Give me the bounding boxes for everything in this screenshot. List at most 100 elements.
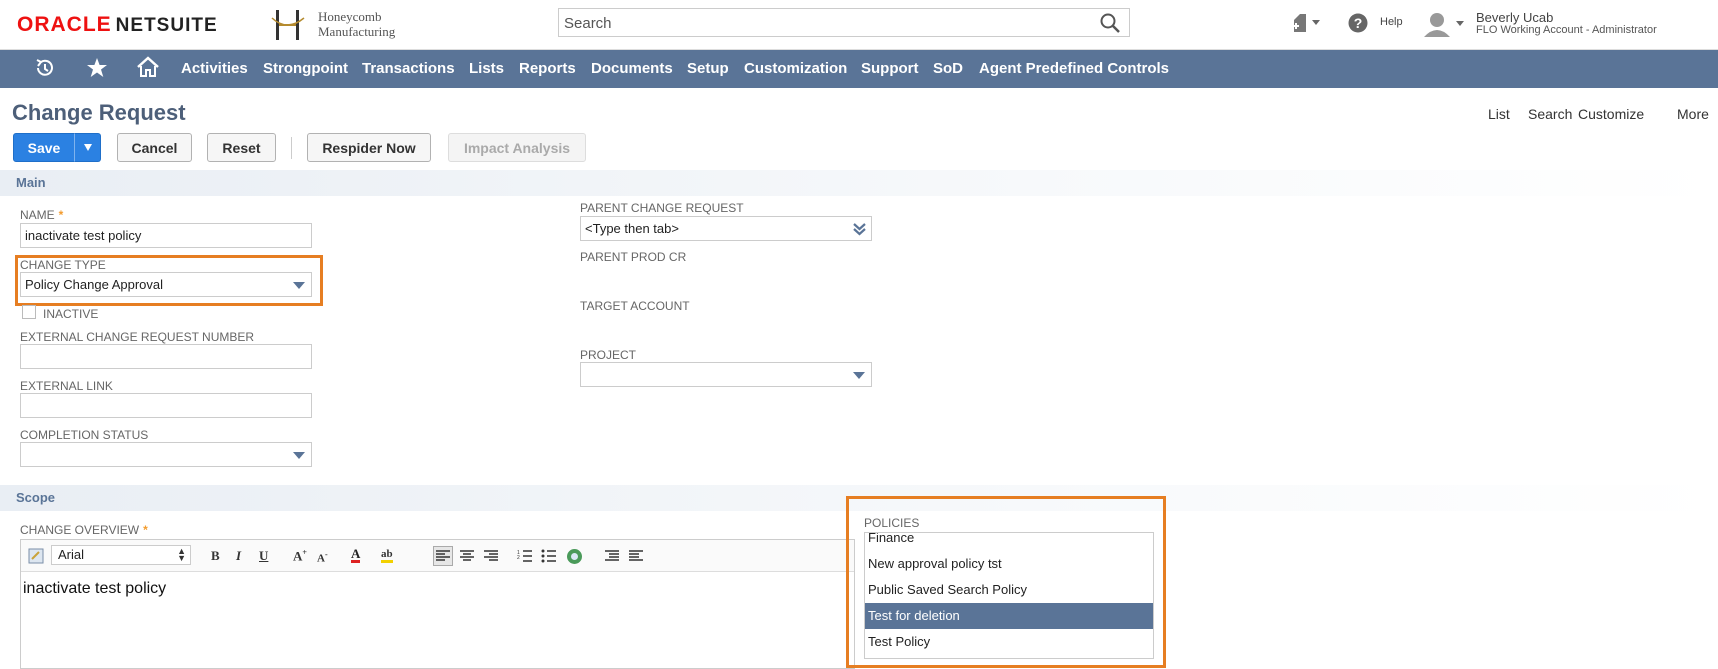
italic-icon[interactable]: I (236, 548, 241, 564)
search-link[interactable]: Search (1528, 106, 1572, 122)
project-label: PROJECT (580, 348, 637, 362)
nav-sod[interactable]: SoD (933, 60, 963, 77)
font-color-icon[interactable]: A (351, 547, 361, 563)
dropdown-arrow-icon (293, 282, 305, 289)
company-name-line2: Manufacturing (318, 24, 396, 39)
policies-label: POLICIES (864, 516, 920, 530)
company-name-line1: Honeycomb (318, 9, 382, 24)
spinner-icon: ▲ ▼ (177, 546, 186, 563)
honeycomb-glyph-icon (271, 10, 305, 40)
nav-agent-predefined-controls[interactable]: Agent Predefined Controls (979, 60, 1169, 77)
change-overview-text[interactable]: inactivate test policy (23, 580, 166, 598)
help-icon[interactable]: ? (1348, 13, 1368, 33)
cancel-button[interactable]: Cancel (117, 133, 192, 162)
inactive-checkbox[interactable] (22, 305, 36, 319)
change-overview-editor[interactable]: Arial ▲ ▼ B I U A+ A- A ab 12 inactivate … (20, 539, 855, 669)
target-account-label: TARGET ACCOUNT (580, 299, 690, 313)
parent-change-request-field[interactable]: <Type then tab> (580, 216, 872, 241)
highlight-color-icon[interactable]: ab (381, 548, 393, 563)
nav-lists[interactable]: Lists (469, 60, 504, 77)
caret-down-icon (83, 144, 92, 151)
impact-analysis-button: Impact Analysis (448, 133, 586, 162)
format-painter-icon[interactable] (28, 548, 44, 564)
contact-icon[interactable] (1290, 12, 1324, 34)
nav-documents[interactable]: Documents (591, 60, 673, 77)
double-chevron-down-icon[interactable] (853, 222, 866, 236)
global-search[interactable] (558, 8, 1130, 37)
company-name: Honeycomb Manufacturing (318, 9, 395, 39)
top-bar: ORACLENETSUITE Honeycomb Manufacturing ?… (0, 0, 1718, 50)
nav-reports[interactable]: Reports (519, 60, 576, 77)
user-avatar-icon[interactable] (1422, 11, 1468, 37)
required-marker: * (58, 208, 64, 222)
inactive-label: INACTIVE (43, 307, 99, 321)
change-type-label: CHANGE TYPE (20, 258, 106, 272)
save-options-button[interactable] (74, 133, 101, 162)
user-role[interactable]: FLO Working Account - Administrator (1476, 24, 1657, 36)
save-button[interactable]: Save (13, 133, 75, 162)
external-number-field[interactable] (20, 344, 312, 369)
page-title: Change Request (12, 100, 186, 125)
policy-option-selected[interactable]: Test for deletion (865, 603, 1153, 629)
nav-strongpoint[interactable]: Strongpoint (263, 60, 348, 77)
align-right-icon[interactable] (483, 549, 499, 563)
scope-section-label: Scope (16, 490, 56, 505)
font-family-select[interactable]: Arial ▲ ▼ (51, 545, 191, 565)
reset-button[interactable]: Reset (207, 133, 276, 162)
align-left-lines-icon (436, 550, 450, 561)
policy-option[interactable]: Test Policy (865, 629, 1153, 655)
svg-text:?: ? (1354, 15, 1363, 31)
recent-records-icon[interactable] (34, 57, 56, 79)
respider-now-button[interactable]: Respider Now (307, 133, 431, 162)
parent-change-request-value: <Type then tab> (585, 221, 679, 236)
completion-status-label: COMPLETION STATUS (20, 428, 149, 442)
main-navigation: Activities Strongpoint Transactions List… (0, 50, 1718, 88)
more-link[interactable]: More (1677, 106, 1709, 122)
policy-option[interactable]: Public Saved Search Policy (865, 577, 1153, 603)
list-link[interactable]: List (1488, 106, 1510, 122)
external-link-field[interactable] (20, 393, 312, 418)
search-icon[interactable] (1099, 12, 1121, 34)
name-label-text: NAME (20, 208, 55, 222)
nav-setup[interactable]: Setup (687, 60, 729, 77)
nav-activities[interactable]: Activities (181, 60, 248, 77)
project-select[interactable] (580, 362, 872, 387)
completion-status-select[interactable] (20, 442, 312, 467)
nav-customization[interactable]: Customization (744, 60, 847, 77)
home-icon[interactable] (136, 56, 160, 78)
change-overview-label: CHANGE OVERVIEW * (20, 523, 148, 537)
bullet-list-icon[interactable] (541, 549, 557, 563)
increase-font-icon[interactable]: A+ (293, 548, 307, 564)
help-link[interactable]: Help (1380, 16, 1403, 28)
decrease-font-icon[interactable]: A- (317, 550, 328, 565)
align-center-icon[interactable] (459, 549, 475, 563)
svg-text:2: 2 (517, 555, 520, 561)
star-icon[interactable] (86, 57, 108, 79)
oracle-netsuite-logo[interactable]: ORACLE NETSUITE (17, 13, 218, 37)
main-section-header[interactable]: Main (0, 170, 1718, 196)
name-field[interactable]: inactivate test policy (20, 223, 312, 248)
bold-icon[interactable]: B (211, 548, 220, 564)
customize-link[interactable]: Customize (1578, 106, 1644, 122)
external-number-label: EXTERNAL CHANGE REQUEST NUMBER (20, 330, 255, 344)
underline-icon[interactable]: U (259, 548, 268, 564)
change-type-select[interactable]: Policy Change Approval (20, 272, 312, 297)
nav-support[interactable]: Support (861, 60, 919, 77)
indent-icon[interactable] (604, 549, 620, 563)
policies-multiselect[interactable]: Finance New approval policy tst Public S… (864, 532, 1154, 659)
policy-option[interactable]: New approval policy tst (865, 551, 1153, 577)
toolbar-divider (291, 137, 292, 159)
main-section-label: Main (16, 175, 46, 190)
numbered-list-icon[interactable]: 12 (517, 549, 533, 563)
insert-link-icon[interactable] (566, 548, 583, 565)
name-label: NAME * (20, 208, 63, 222)
dropdown-arrow-icon (293, 452, 305, 459)
policy-option[interactable]: Finance (865, 533, 1153, 551)
rich-text-toolbar: Arial ▲ ▼ B I U A+ A- A ab 12 (21, 540, 854, 572)
user-name[interactable]: Beverly Ucab (1476, 10, 1553, 25)
global-search-input[interactable] (564, 13, 1084, 33)
outdent-icon[interactable] (628, 549, 644, 563)
dropdown-arrow-icon (853, 372, 865, 379)
nav-transactions[interactable]: Transactions (362, 60, 455, 77)
parent-change-request-label: PARENT CHANGE REQUEST (580, 201, 744, 215)
